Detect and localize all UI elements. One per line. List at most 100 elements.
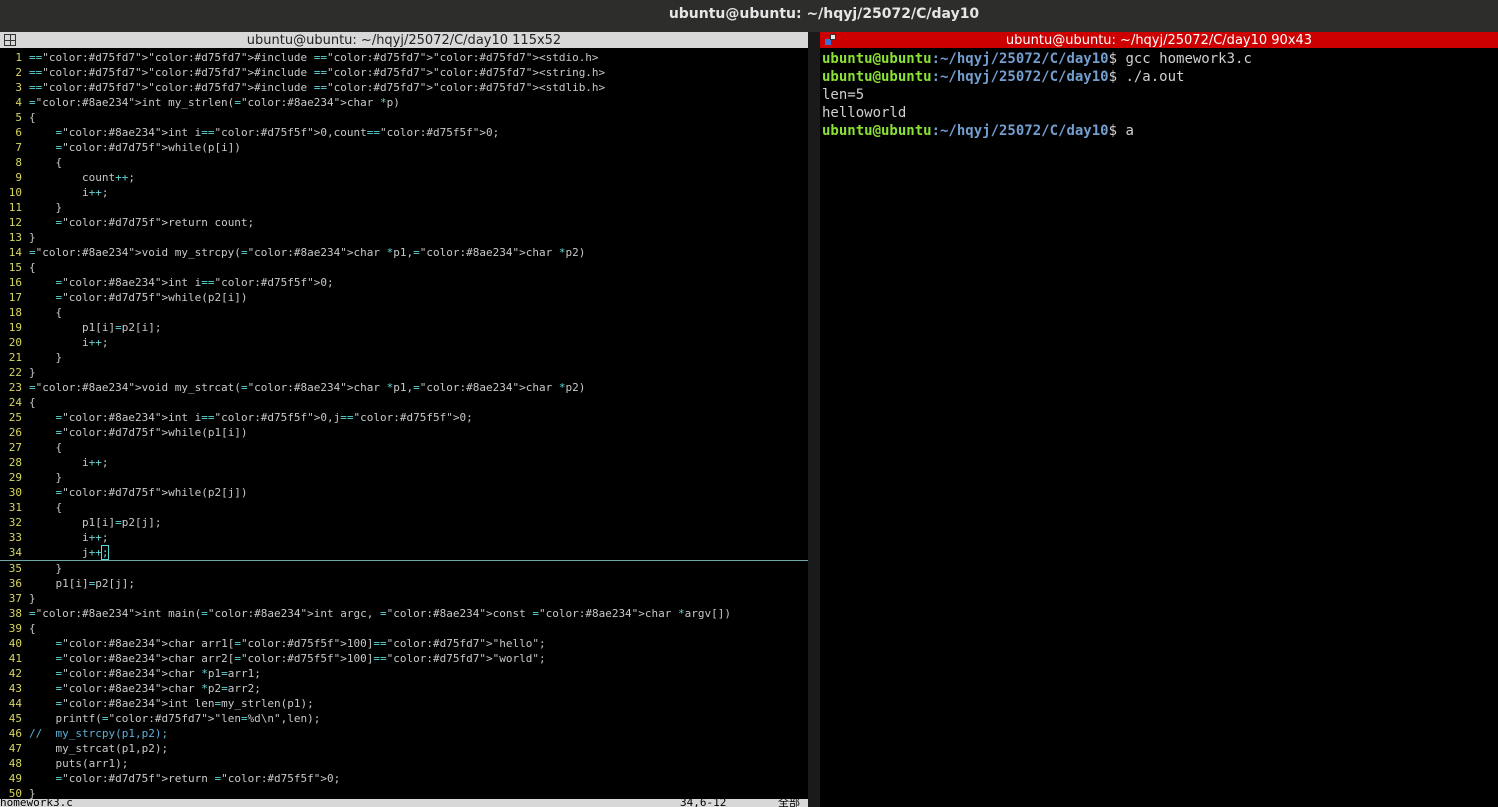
terminal-pane[interactable]: ubuntu@ubuntu: ~/hqyj/25072/C/day10 90x4…	[820, 32, 1498, 807]
code-text[interactable]: }	[22, 562, 62, 575]
code-line[interactable]: 7 ="color:#d7d75f">while(p[i])	[0, 140, 808, 155]
code-line[interactable]: 11 }	[0, 200, 808, 215]
code-text[interactable]: count++;	[22, 171, 135, 184]
code-line[interactable]: 21 }	[0, 350, 808, 365]
code-line[interactable]: 32 p1[i]=p2[j];	[0, 515, 808, 530]
code-text[interactable]: // my_strcpy(p1,p2);	[22, 727, 168, 740]
code-text[interactable]: }	[22, 366, 36, 379]
code-line[interactable]: 23 ="color:#8ae234">void my_strcat(="colo…	[0, 380, 808, 395]
code-text[interactable]: {	[22, 261, 36, 274]
code-text[interactable]: ="color:#8ae234">char *p1=arr1;	[22, 667, 261, 680]
code-text[interactable]: j++	[22, 546, 102, 559]
code-line[interactable]: 9 count++;	[0, 170, 808, 185]
code-text[interactable]: ="color:#d7d75f">while(p2[i])	[22, 291, 248, 304]
editor-pane[interactable]: ubuntu@ubuntu: ~/hqyj/25072/C/day10 115x…	[0, 32, 808, 807]
code-line[interactable]: 34 j++;	[0, 545, 808, 561]
code-line[interactable]: 26 ="color:#d7d75f">while(p1[i])	[0, 425, 808, 440]
code-text[interactable]: }	[22, 471, 62, 484]
code-line[interactable]: 19 p1[i]=p2[i];	[0, 320, 808, 335]
code-line[interactable]: 18 {	[0, 305, 808, 320]
code-text[interactable]: ="color:#8ae234">char *p2=arr2;	[22, 682, 261, 695]
code-text[interactable]: =="color:#d75fd7">"color:#d75fd7">#inclu…	[22, 51, 599, 64]
code-line[interactable]: 22}	[0, 365, 808, 380]
code-line[interactable]: 8 {	[0, 155, 808, 170]
code-line[interactable]: 33 i++;	[0, 530, 808, 545]
code-line[interactable]: 48 puts(arr1);	[0, 756, 808, 771]
code-text[interactable]: printf(="color:#d75fd7">"len=%d\n",len);	[22, 712, 320, 725]
terminator-split-icon[interactable]	[4, 34, 16, 46]
terminal-pane-titlebar[interactable]: ubuntu@ubuntu: ~/hqyj/25072/C/day10 90x4…	[820, 32, 1498, 48]
code-line[interactable]: 13}	[0, 230, 808, 245]
code-text[interactable]: ="color:#8ae234">int i=="color:#d75f5f">…	[22, 276, 334, 289]
command-input[interactable]: a	[1125, 123, 1133, 139]
code-text[interactable]: ="color:#8ae234">int main(="color:#8ae23…	[22, 607, 731, 620]
code-line[interactable]: 42 ="color:#8ae234">char *p1=arr1;	[0, 666, 808, 681]
code-line[interactable]: 20 i++;	[0, 335, 808, 350]
code-text[interactable]: ="color:#d7d75f">while(p[i])	[22, 141, 241, 154]
code-line[interactable]: 10 i++;	[0, 185, 808, 200]
code-text[interactable]: ="color:#d7d75f">while(p1[i])	[22, 426, 248, 439]
code-text[interactable]: p1[i]=p2[i];	[22, 321, 162, 334]
code-text[interactable]: i++;	[22, 336, 109, 349]
code-line[interactable]: 44 ="color:#8ae234">int len=my_strlen(p1…	[0, 696, 808, 711]
code-text[interactable]: {	[22, 396, 36, 409]
editor-pane-titlebar[interactable]: ubuntu@ubuntu: ~/hqyj/25072/C/day10 115x…	[0, 32, 808, 48]
code-line[interactable]: 12 ="color:#d7d75f">return count;	[0, 215, 808, 230]
code-text[interactable]: i++;	[22, 186, 109, 199]
code-line[interactable]: 3 =="color:#d75fd7">"color:#d75fd7">#incl…	[0, 80, 808, 95]
code-text[interactable]: }	[22, 231, 36, 244]
code-line[interactable]: 24{	[0, 395, 808, 410]
code-line[interactable]: 37}	[0, 591, 808, 606]
code-line[interactable]: 25 ="color:#8ae234">int i=="color:#d75f5…	[0, 410, 808, 425]
code-text[interactable]: ="color:#d7d75f">while(p2[j])	[22, 486, 248, 499]
code-line[interactable]: 47 my_strcat(p1,p2);	[0, 741, 808, 756]
code-line[interactable]: 2 =="color:#d75fd7">"color:#d75fd7">#incl…	[0, 65, 808, 80]
code-line[interactable]: 45 printf(="color:#d75fd7">"len=%d\n",le…	[0, 711, 808, 726]
code-text[interactable]: =="color:#d75fd7">"color:#d75fd7">#inclu…	[22, 81, 605, 94]
code-line[interactable]: 40 ="color:#8ae234">char arr1[="color:#d…	[0, 636, 808, 651]
code-line[interactable]: 31 {	[0, 500, 808, 515]
terminal-output[interactable]: ubuntu@ubuntu:~/hqyj/25072/C/day10$ gcc …	[822, 50, 1498, 140]
code-text[interactable]: i++;	[22, 456, 109, 469]
pane-splitter[interactable]	[808, 32, 820, 807]
code-line[interactable]: 28 i++;	[0, 455, 808, 470]
code-text[interactable]: }	[22, 351, 62, 364]
code-line[interactable]: 27 {	[0, 440, 808, 455]
code-text[interactable]: {	[22, 501, 62, 514]
code-line[interactable]: 5{	[0, 110, 808, 125]
code-text[interactable]: p1[i]=p2[j];	[22, 516, 162, 529]
code-text[interactable]: ="color:#8ae234">int my_strlen(="color:#…	[22, 96, 400, 109]
code-text[interactable]: p1[i]=p2[j];	[22, 577, 135, 590]
code-text[interactable]: i++;	[22, 531, 109, 544]
code-text[interactable]: puts(arr1);	[22, 757, 128, 770]
code-text[interactable]: =="color:#d75fd7">"color:#d75fd7">#inclu…	[22, 66, 605, 79]
code-line[interactable]: 41 ="color:#8ae234">char arr2[="color:#d…	[0, 651, 808, 666]
code-text[interactable]: ="color:#8ae234">int i=="color:#d75f5f">…	[22, 411, 473, 424]
code-text[interactable]: {	[22, 622, 36, 635]
terminal-line[interactable]: ubuntu@ubuntu:~/hqyj/25072/C/day10$ a	[822, 122, 1498, 140]
code-line[interactable]: 38 ="color:#8ae234">int main(="color:#8ae…	[0, 606, 808, 621]
code-line[interactable]: 46// my_strcpy(p1,p2);	[0, 726, 808, 741]
code-text[interactable]: }	[22, 201, 62, 214]
code-line[interactable]: 17 ="color:#d7d75f">while(p2[i])	[0, 290, 808, 305]
code-text[interactable]: my_strcat(p1,p2);	[22, 742, 168, 755]
code-line[interactable]: 29 }	[0, 470, 808, 485]
code-text[interactable]: ="color:#8ae234">char arr1[="color:#d75f…	[22, 637, 546, 650]
code-line[interactable]: 39{	[0, 621, 808, 636]
terminator-group-icon[interactable]	[825, 34, 836, 45]
code-line[interactable]: 36 p1[i]=p2[j];	[0, 576, 808, 591]
code-line[interactable]: 4 ="color:#8ae234">int my_strlen(="color:…	[0, 95, 808, 110]
code-line[interactable]: 30 ="color:#d7d75f">while(p2[j])	[0, 485, 808, 500]
code-line[interactable]: 6 ="color:#8ae234">int i=="color:#d75f5f…	[0, 125, 808, 140]
code-text[interactable]: {	[22, 111, 36, 124]
code-text[interactable]: {	[22, 441, 62, 454]
code-line[interactable]: 49 ="color:#d7d75f">return ="color:#d75f…	[0, 771, 808, 786]
code-text[interactable]: ="color:#d7d75f">return ="color:#d75f5f"…	[22, 772, 341, 785]
code-line[interactable]: 35 }	[0, 561, 808, 576]
code-text[interactable]: {	[22, 306, 62, 319]
code-line[interactable]: 15{	[0, 260, 808, 275]
code-line[interactable]: 1 =="color:#d75fd7">"color:#d75fd7">#incl…	[0, 50, 808, 65]
code-text[interactable]: ="color:#d7d75f">return count;	[22, 216, 255, 229]
code-text[interactable]: ="color:#8ae234">int len=my_strlen(p1);	[22, 697, 314, 710]
code-editor[interactable]: 1 =="color:#d75fd7">"color:#d75fd7">#incl…	[0, 50, 808, 801]
